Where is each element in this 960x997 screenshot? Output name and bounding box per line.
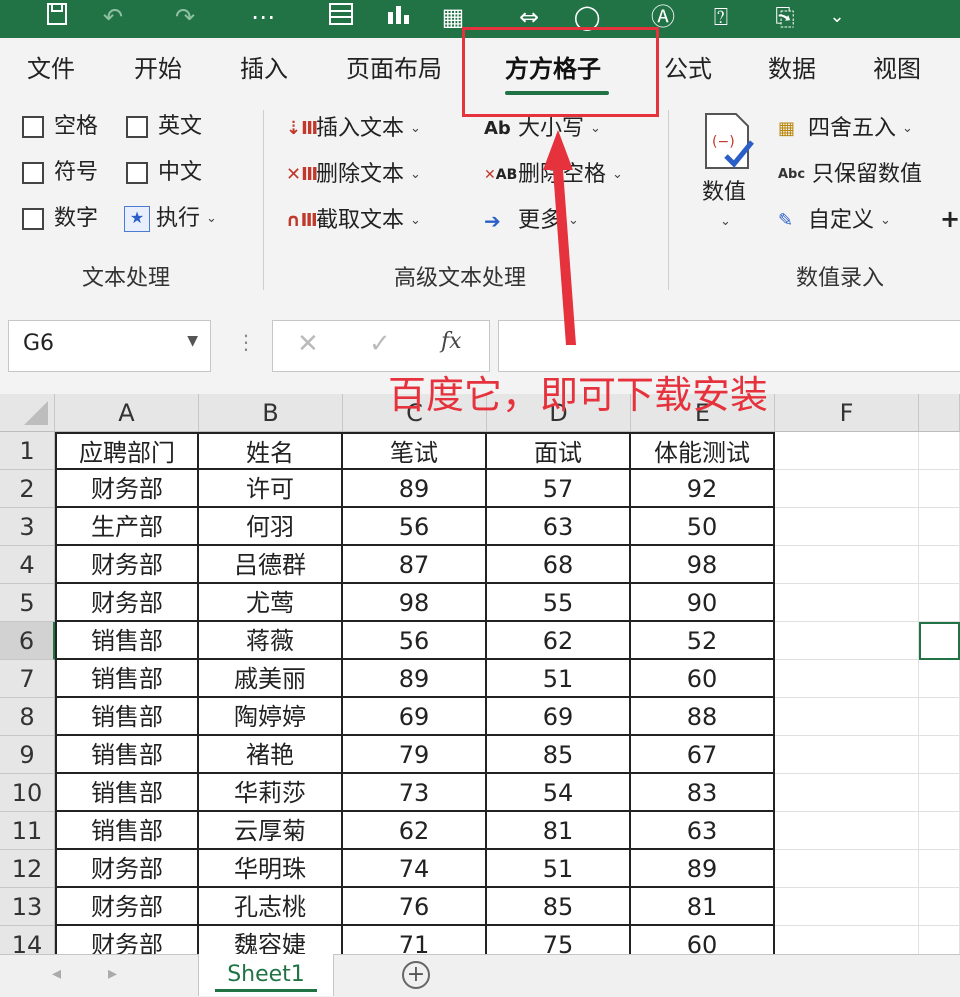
annotation-arrow	[543, 130, 576, 345]
arrow-shape	[543, 130, 576, 345]
annotation-text: 百度它，即可下载安装	[388, 373, 769, 417]
